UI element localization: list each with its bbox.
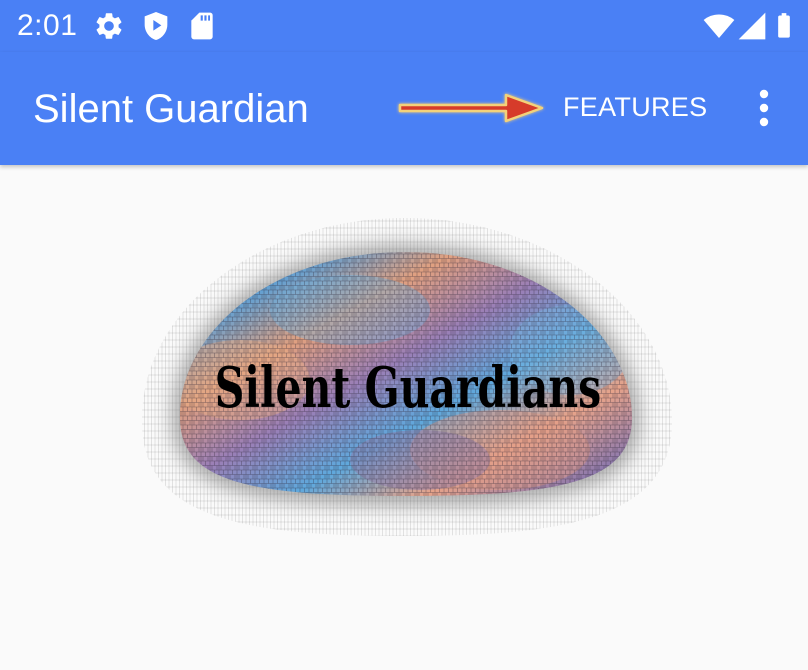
features-button[interactable]: FEATURES — [551, 82, 719, 132]
play-shield-icon — [144, 12, 168, 40]
app-logo: Silent Guardians — [141, 218, 673, 536]
app-bar: Silent Guardian FEATURES — [0, 52, 808, 165]
status-bar: 2:01 — [0, 0, 808, 52]
app-screen: 2:01 Silent Guardian FEATURES Silent Gua… — [0, 0, 808, 670]
overflow-menu-button[interactable] — [740, 82, 788, 134]
red-arrow-icon — [398, 93, 544, 123]
more-vert-icon — [759, 89, 769, 127]
logo-text: Silent Guardians — [215, 355, 601, 421]
battery-icon — [778, 13, 790, 38]
wifi-icon — [703, 14, 735, 38]
app-title: Silent Guardian — [33, 87, 309, 131]
sd-card-icon — [191, 12, 213, 40]
gear-icon — [96, 13, 122, 39]
status-time: 2:01 — [17, 9, 78, 42]
cell-signal-icon — [738, 12, 766, 40]
